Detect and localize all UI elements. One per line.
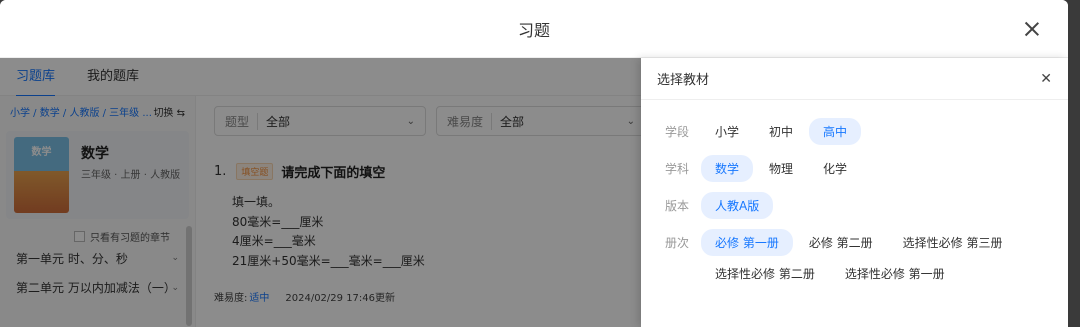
option-primary-school[interactable]: 小学	[701, 118, 753, 145]
chapter-label: 第二单元 万以内加减法（一）	[16, 281, 176, 295]
updated-time: 2024/02/29 17:46更新	[285, 293, 396, 304]
question-line: 填一填。	[232, 195, 281, 209]
chevron-down-icon: ⌄	[406, 115, 415, 127]
book-card: 数学 数学 三年级 · 上册 · 人教版	[6, 131, 189, 219]
volume-label: 册次	[665, 236, 690, 250]
only-chapters-filter[interactable]: 只看有习题的章节	[74, 229, 195, 244]
filter-bar: 题型 全部 ⌄ 难易度 全部 ⌄	[214, 106, 656, 136]
difficulty-label: 难易度:	[214, 293, 248, 304]
question-type-badge: 填空题	[236, 163, 274, 180]
chevron-down-icon: ⌄	[171, 283, 179, 293]
stage-row: 学段 小学 初中 高中	[641, 118, 1068, 145]
book-info: 数学 三年级 · 上册 · 人教版	[81, 137, 181, 213]
sidebar-scrollbar[interactable]	[186, 226, 192, 326]
subject-row: 学科 数学 物理 化学	[641, 155, 1068, 182]
option-elective-vol1[interactable]: 选择性必修 第一册	[831, 260, 959, 287]
volume-row: 册次 必修 第一册 必修 第二册 选择性必修 第三册	[641, 229, 1068, 256]
drawer-title: 选择教材	[657, 73, 710, 88]
stage-label: 学段	[665, 125, 690, 139]
breadcrumb-text[interactable]: 小学 / 数学 / 人教版 / 三年级 ...	[10, 104, 152, 119]
question-line: 80毫米=___厘米	[232, 214, 324, 229]
tab-exercise-library[interactable]: 习题库	[0, 58, 71, 97]
volume-row-continued: 选择性必修 第二册 选择性必修 第一册	[641, 260, 1068, 287]
tab-bar: 习题库 我的题库	[0, 58, 641, 97]
question-body: 填一填。 80毫米=___厘米 4厘米=___毫米 21厘米+50毫米=___毫…	[232, 193, 634, 271]
select-value: 全部	[500, 114, 525, 129]
modal-body: 习题库 我的题库 小学 / 数学 / 人教版 / 三年级 ... 切换 ⇆ 数学…	[0, 58, 1068, 327]
option-math[interactable]: 数学	[701, 155, 754, 182]
textbook-select-drawer: 选择教材 ✕ 学段 小学 初中 高中 学科 数学 物理 化学 版本 人教A版 册…	[641, 58, 1068, 327]
select-value: 全部	[266, 114, 291, 129]
question-footer: 难易度: 适中 2024/02/29 17:46更新	[214, 289, 634, 304]
question-title: 请完成下面的填空	[281, 166, 386, 181]
question-line: 4厘米=___毫米	[232, 234, 316, 248]
chapter-item[interactable]: 第二单元 万以内加减法（一） ⌄	[0, 272, 195, 312]
textbook-sidebar: 小学 / 数学 / 人教版 / 三年级 ... 切换 ⇆ 数学 数学 三年级 ·…	[0, 96, 196, 327]
edition-row: 版本 人教A版	[641, 192, 1068, 219]
option-edition-a[interactable]: 人教A版	[701, 192, 774, 219]
difficulty-select[interactable]: 难易度 全部 ⌄	[436, 106, 646, 136]
drawer-header: 选择教材 ✕	[641, 58, 1068, 100]
difficulty-value: 适中	[249, 293, 270, 304]
chapter-item[interactable]: 第一单元 时、分、秒 ⌄	[0, 244, 195, 272]
modal-header: 习题	[0, 0, 1068, 58]
option-required-vol1[interactable]: 必修 第一册	[701, 229, 793, 256]
switch-button[interactable]: 切换 ⇆	[153, 104, 185, 119]
modal-title: 习题	[517, 20, 550, 40]
question-number: 1.	[214, 164, 227, 179]
question-line: 21厘米+50毫米=___毫米=___厘米	[232, 253, 425, 268]
question-card[interactable]: 1. 填空题 请完成下面的填空 填一填。 80毫米=___厘米 4厘米=___毫…	[214, 162, 634, 304]
option-chemistry[interactable]: 化学	[809, 155, 861, 182]
edition-label: 版本	[665, 199, 690, 213]
book-cover-text: 数学	[31, 147, 52, 158]
book-meta: 三年级 · 上册 · 人教版	[81, 170, 181, 181]
chapter-label: 第一单元 时、分、秒	[16, 251, 128, 266]
select-label: 难易度	[447, 112, 493, 130]
only-chapters-label: 只看有习题的章节	[90, 233, 170, 244]
option-junior-high[interactable]: 初中	[755, 118, 807, 145]
exercise-modal: 习题 习题库 我的题库 小学 / 数学 / 人教版 / 三年级 ... 切换 ⇆…	[0, 0, 1068, 327]
option-required-vol2[interactable]: 必修 第二册	[795, 229, 887, 256]
close-icon[interactable]	[1022, 19, 1042, 39]
chevron-down-icon: ⌄	[626, 115, 635, 127]
option-elective-vol2[interactable]: 选择性必修 第二册	[701, 260, 829, 287]
option-elective-vol3[interactable]: 选择性必修 第三册	[889, 229, 1017, 256]
chevron-down-icon: ⌄	[171, 253, 179, 263]
exercise-library-area: 习题库 我的题库 小学 / 数学 / 人教版 / 三年级 ... 切换 ⇆ 数学…	[0, 58, 646, 327]
subject-label: 学科	[665, 162, 690, 176]
book-title: 数学	[81, 146, 109, 162]
close-icon[interactable]: ✕	[1040, 71, 1052, 87]
select-label: 题型	[225, 112, 259, 130]
question-type-select[interactable]: 题型 全部 ⌄	[214, 106, 426, 136]
option-physics[interactable]: 物理	[755, 155, 807, 182]
question-header: 1. 填空题 请完成下面的填空	[214, 162, 634, 181]
tab-my-library[interactable]: 我的题库	[71, 58, 155, 96]
only-chapters-checkbox[interactable]	[74, 231, 85, 242]
breadcrumb: 小学 / 数学 / 人教版 / 三年级 ... 切换 ⇆	[0, 96, 195, 127]
book-cover-image: 数学	[14, 137, 69, 213]
option-senior-high[interactable]: 高中	[809, 118, 862, 145]
